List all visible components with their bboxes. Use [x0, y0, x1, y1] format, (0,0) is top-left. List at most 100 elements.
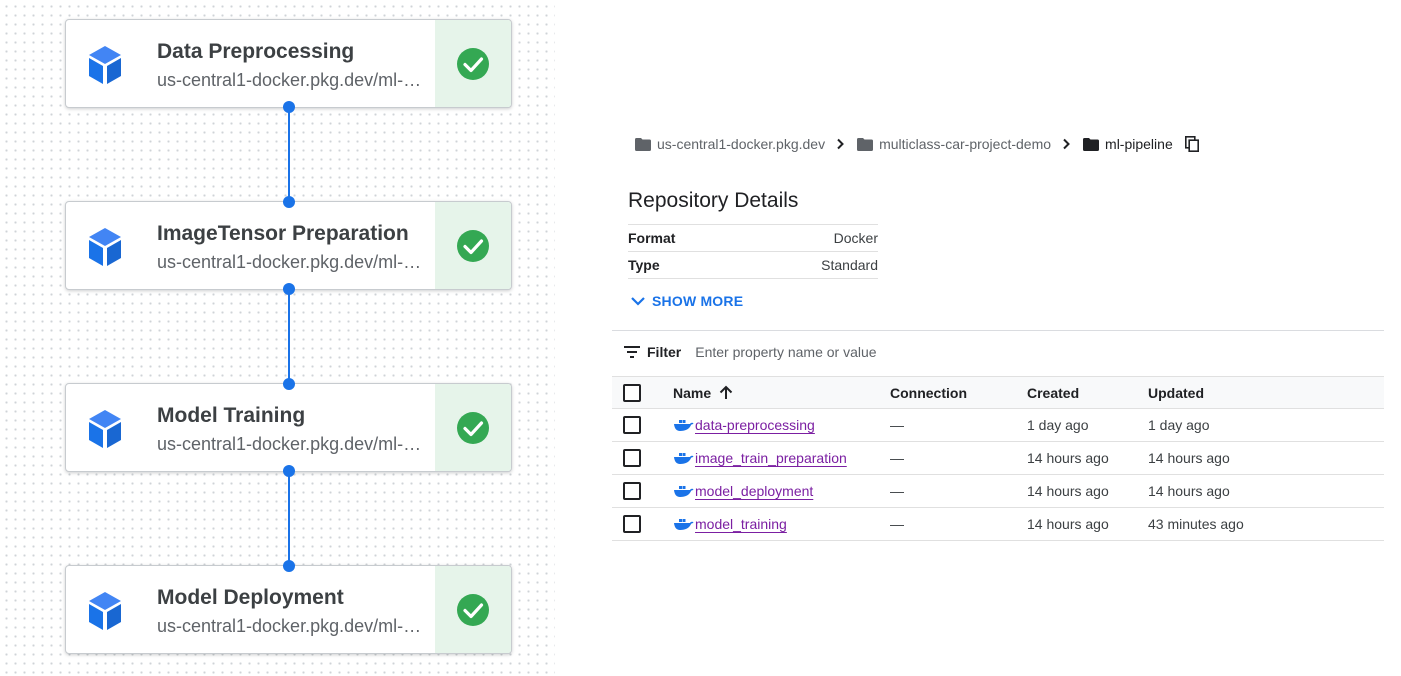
connection-cell: — — [890, 516, 904, 532]
row-checkbox[interactable] — [623, 416, 641, 434]
image-name-link[interactable]: data-preprocessing — [695, 417, 815, 433]
component-cube-icon — [89, 228, 121, 266]
connection-cell: — — [890, 483, 904, 499]
folder-icon — [1083, 137, 1100, 151]
success-check-icon — [457, 229, 489, 262]
sort-ascending-icon — [719, 385, 733, 399]
table-header: Name Connection Created Updated — [612, 376, 1384, 409]
node-title: Model Deployment — [157, 586, 344, 609]
image-name-cell: model_deployment — [673, 475, 813, 507]
output-port[interactable] — [283, 283, 295, 295]
updated-cell: 14 hours ago — [1148, 483, 1230, 499]
detail-key: Format — [628, 230, 676, 246]
updated-cell: 43 minutes ago — [1148, 516, 1244, 532]
copy-icon[interactable] — [1184, 136, 1199, 152]
node-image-path: us-central1-docker.pkg.dev/ml-pipeline/m… — [157, 434, 423, 454]
breadcrumb-item-registry[interactable]: us-central1-docker.pkg.dev — [657, 136, 825, 152]
breadcrumb-item-project[interactable]: multiclass-car-project-demo — [879, 136, 1051, 152]
docker-whale-icon — [674, 453, 694, 464]
output-port[interactable] — [283, 101, 295, 113]
output-port[interactable] — [283, 465, 295, 477]
node-status — [435, 202, 511, 289]
input-port[interactable] — [283, 378, 295, 390]
breadcrumb-item-repository: ml-pipeline — [1105, 136, 1173, 152]
filter-icon — [624, 346, 640, 358]
row-checkbox[interactable] — [623, 482, 641, 500]
node-image-path: us-central1-docker.pkg.dev/ml-pipeline/d… — [157, 70, 423, 90]
column-header-updated[interactable]: Updated — [1148, 377, 1204, 408]
row-checkbox-cell — [623, 442, 641, 474]
edge-2-3 — [288, 289, 290, 385]
edge-1-2 — [288, 107, 290, 203]
detail-value: Docker — [833, 230, 878, 246]
image-name-cell: model_training — [673, 508, 787, 540]
row-checkbox-cell — [623, 409, 641, 441]
updated-cell: 1 day ago — [1148, 417, 1210, 433]
component-cube-icon — [89, 410, 121, 448]
detail-row-format: Format Docker — [628, 225, 878, 252]
repository-details-title: Repository Details — [628, 189, 799, 212]
table-row[interactable]: data-preprocessing — 1 day ago 1 day ago — [612, 409, 1384, 442]
created-cell: 1 day ago — [1027, 417, 1089, 433]
connection-cell: — — [890, 450, 904, 466]
updated-cell: 14 hours ago — [1148, 450, 1230, 466]
table-row[interactable]: model_deployment — 14 hours ago 14 hours… — [612, 475, 1384, 508]
image-name-cell: data-preprocessing — [673, 409, 815, 441]
input-port[interactable] — [283, 560, 295, 572]
created-cell: 14 hours ago — [1027, 516, 1109, 532]
chevron-down-icon — [631, 297, 645, 306]
chevron-right-icon — [1063, 138, 1070, 150]
detail-value: Standard — [821, 257, 878, 273]
detail-key: Type — [628, 257, 660, 273]
row-checkbox-cell — [623, 475, 641, 507]
image-name-link[interactable]: model_training — [695, 516, 787, 532]
column-header-connection[interactable]: Connection — [890, 377, 967, 408]
column-header-created[interactable]: Created — [1027, 377, 1079, 408]
select-all-cell — [623, 377, 641, 408]
show-more-label: SHOW MORE — [652, 293, 744, 309]
node-image-path: us-central1-docker.pkg.dev/ml-pipeline/i… — [157, 252, 423, 272]
row-checkbox[interactable] — [623, 515, 641, 533]
created-cell: 14 hours ago — [1027, 483, 1109, 499]
docker-whale-icon — [674, 420, 694, 431]
select-all-checkbox[interactable] — [623, 383, 641, 402]
detail-row-type: Type Standard — [628, 252, 878, 279]
pipeline-node-model-training[interactable]: Model Training us-central1-docker.pkg.de… — [65, 383, 512, 472]
image-name-link[interactable]: model_deployment — [695, 483, 813, 499]
row-checkbox-cell — [623, 508, 641, 540]
connection-cell: — — [890, 417, 904, 433]
component-cube-icon — [89, 46, 121, 84]
node-image-path: us-central1-docker.pkg.dev/ml-pipeline/m… — [157, 616, 423, 636]
folder-icon — [635, 137, 651, 151]
success-check-icon — [457, 411, 489, 444]
chevron-right-icon — [837, 138, 845, 150]
table-row[interactable]: model_training — 14 hours ago 43 minutes… — [612, 508, 1384, 541]
breadcrumb: us-central1-docker.pkg.dev multiclass-ca… — [635, 134, 1199, 154]
pipeline-node-data-preprocessing[interactable]: Data Preprocessing us-central1-docker.pk… — [65, 19, 512, 108]
table-row[interactable]: image_train_preparation — 14 hours ago 1… — [612, 442, 1384, 475]
docker-whale-icon — [674, 486, 694, 497]
docker-whale-icon — [674, 519, 694, 530]
folder-icon — [857, 137, 874, 151]
node-title: ImageTensor Preparation — [157, 222, 409, 245]
column-header-name[interactable]: Name — [673, 377, 733, 408]
pipeline-node-imagetensor-preparation[interactable]: ImageTensor Preparation us-central1-dock… — [65, 201, 512, 290]
created-cell: 14 hours ago — [1027, 450, 1109, 466]
pipeline-canvas[interactable]: Data Preprocessing us-central1-docker.pk… — [0, 0, 555, 676]
image-name-cell: image_train_preparation — [673, 442, 847, 474]
success-check-icon — [457, 593, 489, 626]
show-more-button[interactable]: SHOW MORE — [630, 293, 743, 309]
edge-3-4 — [288, 471, 290, 567]
images-table: Name Connection Created Updated data-pre… — [612, 376, 1384, 541]
pipeline-node-model-deployment[interactable]: Model Deployment us-central1-docker.pkg.… — [65, 565, 512, 654]
filter-bar[interactable]: Filter — [624, 344, 956, 360]
row-checkbox[interactable] — [623, 449, 641, 467]
filter-input[interactable] — [695, 344, 956, 360]
image-name-link[interactable]: image_train_preparation — [695, 450, 847, 466]
input-port[interactable] — [283, 196, 295, 208]
node-title: Data Preprocessing — [157, 40, 355, 63]
success-check-icon — [457, 47, 489, 80]
node-status — [435, 384, 511, 471]
filter-label: Filter — [647, 344, 682, 360]
repository-details-table: Format Docker Type Standard — [628, 224, 878, 279]
